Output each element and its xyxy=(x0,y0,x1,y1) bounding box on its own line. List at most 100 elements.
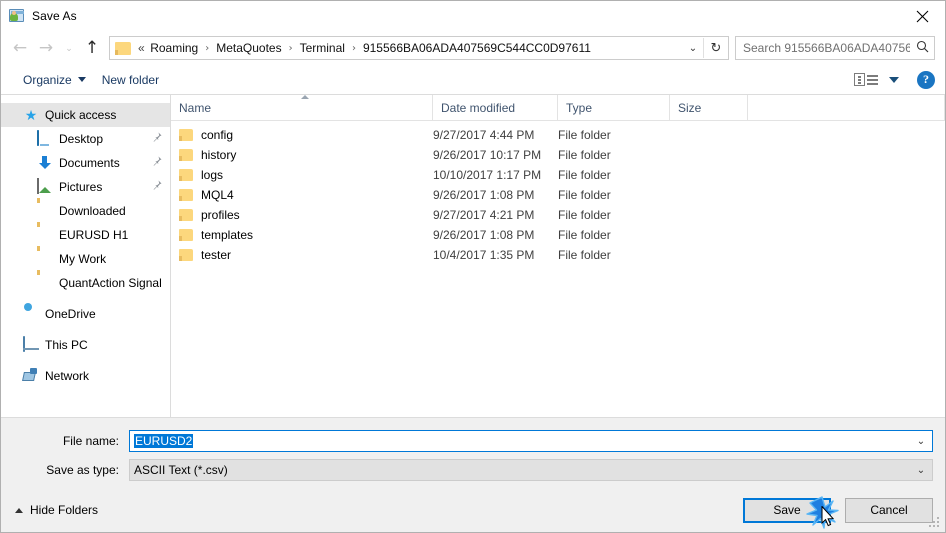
table-row[interactable]: tester 10/4/2017 1:35 PM File folder xyxy=(171,245,945,265)
chevron-down-icon[interactable]: ⌄ xyxy=(910,465,932,476)
file-date-cell: 9/26/2017 1:08 PM xyxy=(433,188,535,202)
back-button[interactable]: ← xyxy=(7,35,33,61)
sidebar-item-label: Pictures xyxy=(59,180,103,194)
title-bar: Save As xyxy=(1,1,945,31)
folder-icon xyxy=(179,149,193,161)
up-arrow-icon: ↑ xyxy=(84,37,100,58)
sidebar-item-quantaction-signal[interactable]: QuantAction Signal xyxy=(1,271,170,295)
column-header-name[interactable]: Name xyxy=(171,95,433,121)
search-box[interactable]: Search 915566BA06ADA40756... xyxy=(735,36,935,60)
dialog-body: ★ Quick access Desktop Documents Picture… xyxy=(1,95,945,417)
window-title: Save As xyxy=(32,9,77,23)
file-name: profiles xyxy=(201,208,240,222)
breadcrumb-item-3[interactable]: 915566BA06ADA407569C544CC0D97611 xyxy=(360,39,594,57)
sidebar-item-pictures[interactable]: Pictures xyxy=(1,175,170,199)
sidebar-item-this-pc[interactable]: This PC xyxy=(1,333,170,357)
sidebar-item-onedrive[interactable]: OneDrive xyxy=(1,302,170,326)
pictures-icon xyxy=(37,178,53,195)
column-label: Date modified xyxy=(441,101,516,115)
pin-icon xyxy=(152,180,164,194)
recent-locations-button[interactable]: ⌄ xyxy=(59,35,79,61)
sidebar-item-my-work[interactable]: My Work xyxy=(1,247,170,271)
organize-button[interactable]: Organize xyxy=(15,69,94,91)
download-icon xyxy=(37,155,53,171)
table-row[interactable]: history 9/26/2017 10:17 PM File folder xyxy=(171,145,945,165)
sidebar-item-documents[interactable]: Documents xyxy=(1,151,170,175)
filename-combobox[interactable]: EURUSD2 ⌄ xyxy=(129,430,933,452)
table-row[interactable]: profiles 9/27/2017 4:21 PM File folder xyxy=(171,205,945,225)
address-bar[interactable]: « Roaming › MetaQuotes › Terminal › 9155… xyxy=(109,36,729,60)
sidebar-item-network[interactable]: Network xyxy=(1,364,170,388)
column-label: Type xyxy=(566,101,593,115)
file-name-cell: tester xyxy=(171,245,433,265)
savetype-combobox[interactable]: ASCII Text (*.csv) ⌄ xyxy=(129,459,933,481)
file-size-cell xyxy=(670,225,748,245)
hide-folders-button[interactable]: Hide Folders xyxy=(11,499,102,521)
column-header-filler xyxy=(748,95,945,121)
chevron-up-icon xyxy=(15,507,23,513)
forward-arrow-icon: → xyxy=(38,37,54,58)
table-row[interactable]: config 9/27/2017 4:44 PM File folder xyxy=(171,125,945,145)
column-headers: Name Date modified Type Size xyxy=(171,95,945,121)
close-icon[interactable] xyxy=(899,1,945,31)
file-date-cell: 9/27/2017 4:21 PM xyxy=(433,208,535,222)
sidebar-item-label: My Work xyxy=(59,252,107,266)
file-name-cell: MQL4 xyxy=(171,185,433,205)
filename-input[interactable]: EURUSD2 xyxy=(130,434,910,448)
folder-icon xyxy=(179,189,193,201)
new-folder-button[interactable]: New folder xyxy=(94,69,167,91)
network-icon xyxy=(23,368,39,384)
breadcrumb-sep-0: › xyxy=(205,42,210,54)
column-label: Name xyxy=(179,101,212,115)
cancel-button[interactable]: Cancel xyxy=(845,497,933,523)
file-name: history xyxy=(201,148,237,162)
sidebar-item-quick-access[interactable]: ★ Quick access xyxy=(1,103,170,127)
organize-label: Organize xyxy=(23,72,72,87)
breadcrumb-item-0[interactable]: Roaming xyxy=(147,39,201,57)
column-header-date-modified[interactable]: Date modified xyxy=(433,95,558,121)
view-dropdown-icon[interactable] xyxy=(889,76,899,83)
file-name: templates xyxy=(201,228,254,242)
file-type-cell: File folder xyxy=(558,248,611,262)
folder-icon xyxy=(115,41,131,55)
breadcrumb-item-2[interactable]: Terminal xyxy=(297,39,348,57)
resize-grip[interactable] xyxy=(929,517,941,529)
address-dropdown-icon[interactable]: ⌄ xyxy=(683,43,703,54)
file-name-cell: history xyxy=(171,145,433,165)
breadcrumb-sep-1: › xyxy=(288,42,293,54)
table-row[interactable]: templates 9/26/2017 1:08 PM File folder xyxy=(171,225,945,245)
file-size-cell xyxy=(670,205,748,225)
cancel-label: Cancel xyxy=(870,503,908,517)
view-layout-icon[interactable] xyxy=(850,70,882,89)
new-folder-label: New folder xyxy=(101,72,160,87)
sidebar-item-eurusd-h1[interactable]: EURUSD H1 xyxy=(1,223,170,247)
save-form: File name: EURUSD2 ⌄ Save as type: ASCII… xyxy=(1,417,945,488)
column-header-size[interactable]: Size xyxy=(670,95,748,121)
table-row[interactable]: MQL4 9/26/2017 1:08 PM File folder xyxy=(171,185,945,205)
chevron-down-icon: ⌄ xyxy=(65,42,73,53)
chevron-down-icon[interactable]: ⌄ xyxy=(910,436,932,447)
file-name: logs xyxy=(201,168,224,182)
breadcrumb-item-1[interactable]: MetaQuotes xyxy=(213,39,284,57)
sidebar-item-label: QuantAction Signal xyxy=(59,276,162,290)
folder-icon xyxy=(179,249,193,261)
up-button[interactable]: ↑ xyxy=(79,35,105,61)
table-row[interactable]: logs 10/10/2017 1:17 PM File folder xyxy=(171,165,945,185)
file-type-cell: File folder xyxy=(558,128,611,142)
column-header-type[interactable]: Type xyxy=(558,95,670,121)
sidebar-item-label: OneDrive xyxy=(45,307,96,321)
address-bar-row: ← → ⌄ ↑ « Roaming › MetaQuotes › Termina… xyxy=(1,31,945,65)
folder-icon xyxy=(37,275,53,291)
file-type-cell: File folder xyxy=(558,208,611,222)
save-button[interactable]: Save xyxy=(743,497,831,523)
filename-label: File name: xyxy=(62,434,119,448)
sidebar-item-downloaded[interactable]: Downloaded xyxy=(1,199,170,223)
refresh-icon[interactable]: ↻ xyxy=(704,41,728,56)
file-size-cell xyxy=(670,125,748,145)
forward-button[interactable]: → xyxy=(33,35,59,61)
search-input[interactable]: Search 915566BA06ADA40756... xyxy=(736,41,910,55)
help-icon[interactable]: ? xyxy=(917,70,935,89)
breadcrumb-overflow[interactable]: « xyxy=(135,39,147,57)
file-date-cell: 9/26/2017 10:17 PM xyxy=(433,148,542,162)
sidebar-item-desktop[interactable]: Desktop xyxy=(1,127,170,151)
